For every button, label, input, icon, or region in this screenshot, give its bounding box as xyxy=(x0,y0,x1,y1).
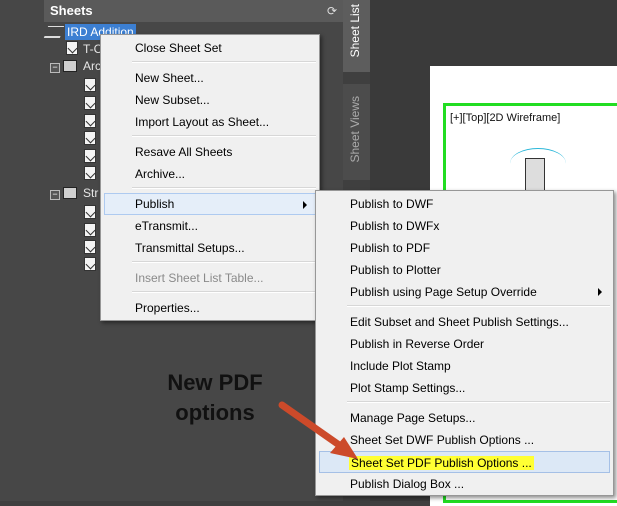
annotation-callout: New PDF options xyxy=(160,368,270,428)
tree-item-sheet[interactable] xyxy=(84,257,99,273)
menu-item-publish[interactable]: Publish xyxy=(104,193,316,215)
sheet-set-icon xyxy=(43,26,65,38)
sheet-icon xyxy=(84,96,96,110)
tree-item-sheet[interactable] xyxy=(84,131,99,147)
menu-item-publish-dialog-box[interactable]: Publish Dialog Box ... xyxy=(319,473,610,495)
menu-item-close-sheet-set[interactable]: Close Sheet Set xyxy=(104,37,316,59)
panel-header: Sheets ⟳ xyxy=(44,0,343,22)
tree-item-sheet[interactable] xyxy=(84,78,99,94)
menu-separator xyxy=(132,61,316,63)
menu-item-resave-all-sheets[interactable]: Resave All Sheets xyxy=(104,141,316,163)
menu-item-publish-to-plotter[interactable]: Publish to Plotter xyxy=(319,259,610,281)
refresh-icon[interactable]: ⟳ xyxy=(327,0,337,22)
annotation-line-2: options xyxy=(175,400,255,425)
sheet-icon xyxy=(84,131,96,145)
sheet-icon xyxy=(84,240,96,254)
tree-item-sheet[interactable] xyxy=(84,223,99,239)
submenu-arrow-icon xyxy=(598,288,602,296)
subset-icon xyxy=(63,187,77,199)
tree-item-sheet[interactable] xyxy=(84,240,99,256)
sheet-icon xyxy=(84,166,96,180)
tree-item-sheet[interactable]: T-C xyxy=(66,41,104,57)
submenu-arrow-icon xyxy=(303,201,307,209)
tree-item-sheet[interactable] xyxy=(84,205,99,221)
menu-item-transmittal-setups[interactable]: Transmittal Setups... xyxy=(104,237,316,259)
collapse-toggle[interactable]: − xyxy=(50,190,60,200)
sheet-icon xyxy=(66,41,78,55)
menu-item-new-subset[interactable]: New Subset... xyxy=(104,89,316,111)
menu-item-import-layout[interactable]: Import Layout as Sheet... xyxy=(104,111,316,133)
collapse-toggle[interactable]: − xyxy=(50,63,60,73)
menu-item-archive[interactable]: Archive... xyxy=(104,163,316,185)
menu-item-etransmit[interactable]: eTransmit... xyxy=(104,215,316,237)
tree-item-sheet[interactable] xyxy=(84,166,99,182)
tab-sheet-list[interactable]: Sheet List xyxy=(343,0,370,72)
tab-sheet-views[interactable]: Sheet Views xyxy=(343,84,370,180)
sheet-icon xyxy=(84,257,96,271)
sheet-icon xyxy=(84,223,96,237)
menu-item-include-plot-stamp[interactable]: Include Plot Stamp xyxy=(319,355,610,377)
menu-item-new-sheet[interactable]: New Sheet... xyxy=(104,67,316,89)
tab-label: Sheet Views xyxy=(348,96,362,163)
menu-separator xyxy=(132,291,316,293)
tab-label: Sheet List xyxy=(348,4,362,58)
sheet-icon xyxy=(84,114,96,128)
menu-item-page-setup-override[interactable]: Publish using Page Setup Override xyxy=(319,281,610,303)
menu-item-publish-to-dwf[interactable]: Publish to DWF xyxy=(319,193,610,215)
tree-item-subset[interactable]: Str xyxy=(63,185,100,201)
tree-item-sheet[interactable] xyxy=(84,114,99,130)
annotation-line-1: New PDF xyxy=(167,370,263,395)
panel-title: Sheets xyxy=(50,3,93,18)
viewport-label[interactable]: [+][Top][2D Wireframe] xyxy=(450,112,560,124)
tree-item-label: Str xyxy=(83,186,99,200)
sheet-set-context-menu: Close Sheet Set New Sheet... New Subset.… xyxy=(100,34,320,321)
sheet-icon xyxy=(84,149,96,163)
menu-item-edit-publish-settings[interactable]: Edit Subset and Sheet Publish Settings..… xyxy=(319,311,610,333)
menu-item-reverse-order[interactable]: Publish in Reverse Order xyxy=(319,333,610,355)
menu-separator xyxy=(347,401,610,403)
menu-separator xyxy=(132,187,316,189)
menu-separator xyxy=(132,261,316,263)
menu-item-publish-to-dwfx[interactable]: Publish to DWFx xyxy=(319,215,610,237)
tree-item-subset[interactable]: Arc xyxy=(63,58,103,74)
menu-separator xyxy=(347,305,610,307)
menu-item-properties[interactable]: Properties... xyxy=(104,297,316,319)
sheet-icon xyxy=(84,205,96,219)
menu-item-publish-to-pdf[interactable]: Publish to PDF xyxy=(319,237,610,259)
subset-icon xyxy=(63,60,77,72)
annotation-arrow-icon xyxy=(278,401,358,459)
menu-item-insert-sheet-list-table: Insert Sheet List Table... xyxy=(135,271,264,285)
menu-separator xyxy=(132,135,316,137)
sheet-icon xyxy=(84,78,96,92)
tree-item-sheet[interactable] xyxy=(84,96,99,112)
tree-item-sheet[interactable] xyxy=(84,149,99,165)
